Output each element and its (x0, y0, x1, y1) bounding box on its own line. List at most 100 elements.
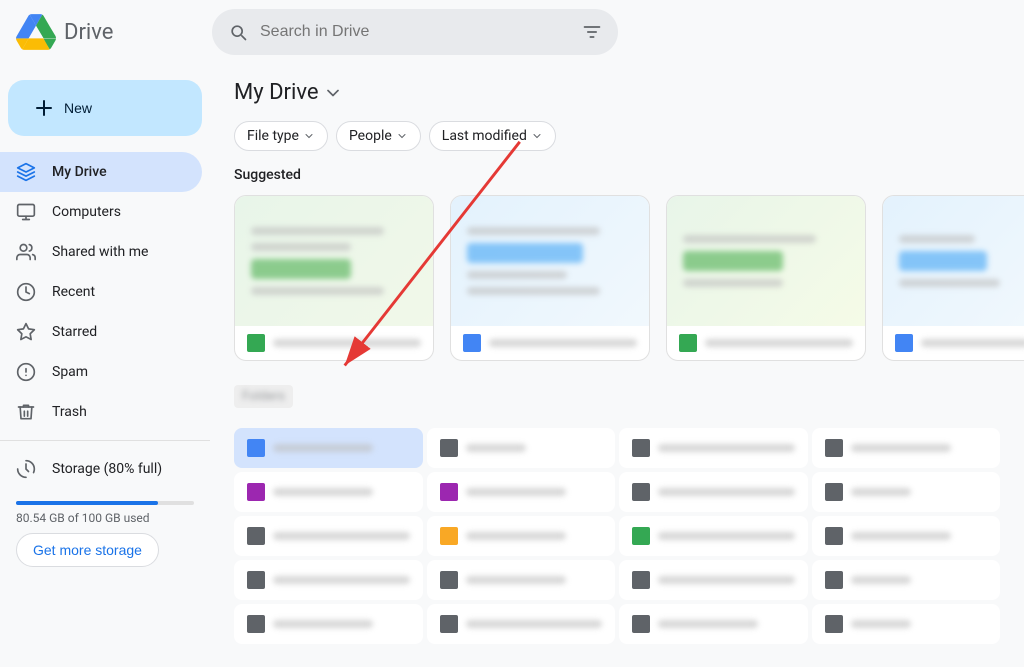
search-bar[interactable] (212, 9, 618, 55)
file-icon (440, 439, 458, 457)
sidebar-item-spam-label: Spam (52, 364, 88, 380)
sidebar-item-my-drive[interactable]: My Drive (0, 152, 202, 192)
file-row[interactable] (812, 428, 1001, 468)
sidebar-item-my-drive-label: My Drive (52, 164, 107, 180)
filter-icon[interactable] (582, 22, 602, 42)
file-icon (632, 615, 650, 633)
title-dropdown-icon[interactable] (323, 83, 343, 103)
content-title: My Drive (234, 80, 343, 105)
filter-chip-last-modified-arrow (531, 130, 543, 142)
drive-logo-icon (16, 12, 56, 52)
filter-row: File type People Last modified (234, 121, 1000, 151)
computers-icon (16, 202, 36, 222)
filter-chip-file-type-arrow (303, 130, 315, 142)
sidebar-item-shared-with-me[interactable]: Shared with me (0, 232, 202, 272)
file-row[interactable] (234, 516, 423, 556)
sidebar-item-trash-label: Trash (52, 404, 87, 420)
file-row[interactable] (427, 604, 616, 644)
suggested-card-3[interactable] (666, 195, 866, 361)
suggested-card-4-preview (883, 196, 1024, 326)
suggested-card-2-footer (451, 326, 649, 360)
file-row[interactable] (234, 560, 423, 600)
file-row[interactable] (234, 428, 423, 468)
file-row[interactable] (427, 560, 616, 600)
file-row[interactable] (619, 560, 808, 600)
suggested-card-1[interactable] (234, 195, 434, 361)
sidebar-item-starred[interactable]: Starred (0, 312, 202, 352)
file-icon (632, 571, 650, 589)
recent-icon (16, 282, 36, 302)
file-row[interactable] (812, 516, 1001, 556)
file-icon (632, 527, 650, 545)
storage-icon (16, 459, 36, 479)
file-icon (632, 439, 650, 457)
sidebar-item-computers[interactable]: Computers (0, 192, 202, 232)
file-name (658, 488, 795, 496)
file-row[interactable] (427, 472, 616, 512)
new-button[interactable]: New (8, 80, 202, 136)
search-icon (228, 22, 248, 42)
file-icon (825, 615, 843, 633)
file-icon (440, 483, 458, 501)
sidebar-item-recent[interactable]: Recent (0, 272, 202, 312)
file-name (273, 444, 373, 452)
file-icon (825, 483, 843, 501)
suggested-card-4[interactable] (882, 195, 1024, 361)
filter-chip-people-label: People (349, 128, 392, 144)
sidebar-divider (0, 440, 210, 441)
file-icon (825, 527, 843, 545)
sidebar-item-storage[interactable]: Storage (80% full) (0, 449, 202, 489)
header: Drive (0, 0, 1024, 64)
sidebar-item-spam[interactable]: Spam (0, 352, 202, 392)
file-row[interactable] (619, 516, 808, 556)
search-input[interactable] (260, 23, 570, 41)
storage-bar-fill (16, 501, 158, 505)
sidebar-item-starred-label: Starred (52, 324, 97, 340)
storage-bar-container (16, 501, 194, 505)
file-name (466, 620, 603, 628)
file-row[interactable] (427, 428, 616, 468)
file-name (851, 532, 951, 540)
file-icon (825, 571, 843, 589)
file-icon (247, 615, 265, 633)
suggested-card-4-footer (883, 326, 1024, 360)
suggested-card-2-name (489, 339, 637, 347)
suggested-section-label: Suggested (234, 167, 1000, 183)
files-grid (234, 428, 1000, 644)
file-name (273, 620, 373, 628)
file-row[interactable] (619, 604, 808, 644)
sidebar: New My Drive Computer (0, 64, 210, 667)
file-name (658, 444, 795, 452)
file-icon (440, 527, 458, 545)
file-row[interactable] (812, 604, 1001, 644)
suggested-card-1-preview (235, 196, 433, 326)
file-row[interactable] (427, 516, 616, 556)
app-container: Drive New (0, 0, 1024, 667)
files-section-label: Folders (242, 389, 285, 404)
file-row[interactable] (619, 428, 808, 468)
content-title-text: My Drive (234, 80, 319, 105)
get-more-storage-button[interactable]: Get more storage (16, 533, 159, 567)
file-icon (632, 483, 650, 501)
file-row[interactable] (812, 472, 1001, 512)
file-row[interactable] (619, 472, 808, 512)
files-section-header: Folders (234, 385, 293, 408)
sidebar-item-trash[interactable]: Trash (0, 392, 202, 432)
filter-chip-last-modified[interactable]: Last modified (429, 121, 556, 151)
file-name (851, 488, 911, 496)
logo-area: Drive (16, 12, 196, 52)
suggested-card-1-name (273, 339, 421, 347)
filter-chip-file-type[interactable]: File type (234, 121, 328, 151)
file-row[interactable] (234, 604, 423, 644)
suggested-card-2[interactable] (450, 195, 650, 361)
filter-chip-people[interactable]: People (336, 121, 421, 151)
file-row[interactable] (812, 560, 1001, 600)
file-icon (247, 483, 265, 501)
suggested-card-3-preview (667, 196, 865, 326)
spam-icon (16, 362, 36, 382)
sidebar-item-storage-label: Storage (80% full) (52, 461, 162, 477)
filter-chip-people-arrow (396, 130, 408, 142)
suggested-card-1-footer (235, 326, 433, 360)
suggested-card-3-name (705, 339, 853, 347)
file-row[interactable] (234, 472, 423, 512)
